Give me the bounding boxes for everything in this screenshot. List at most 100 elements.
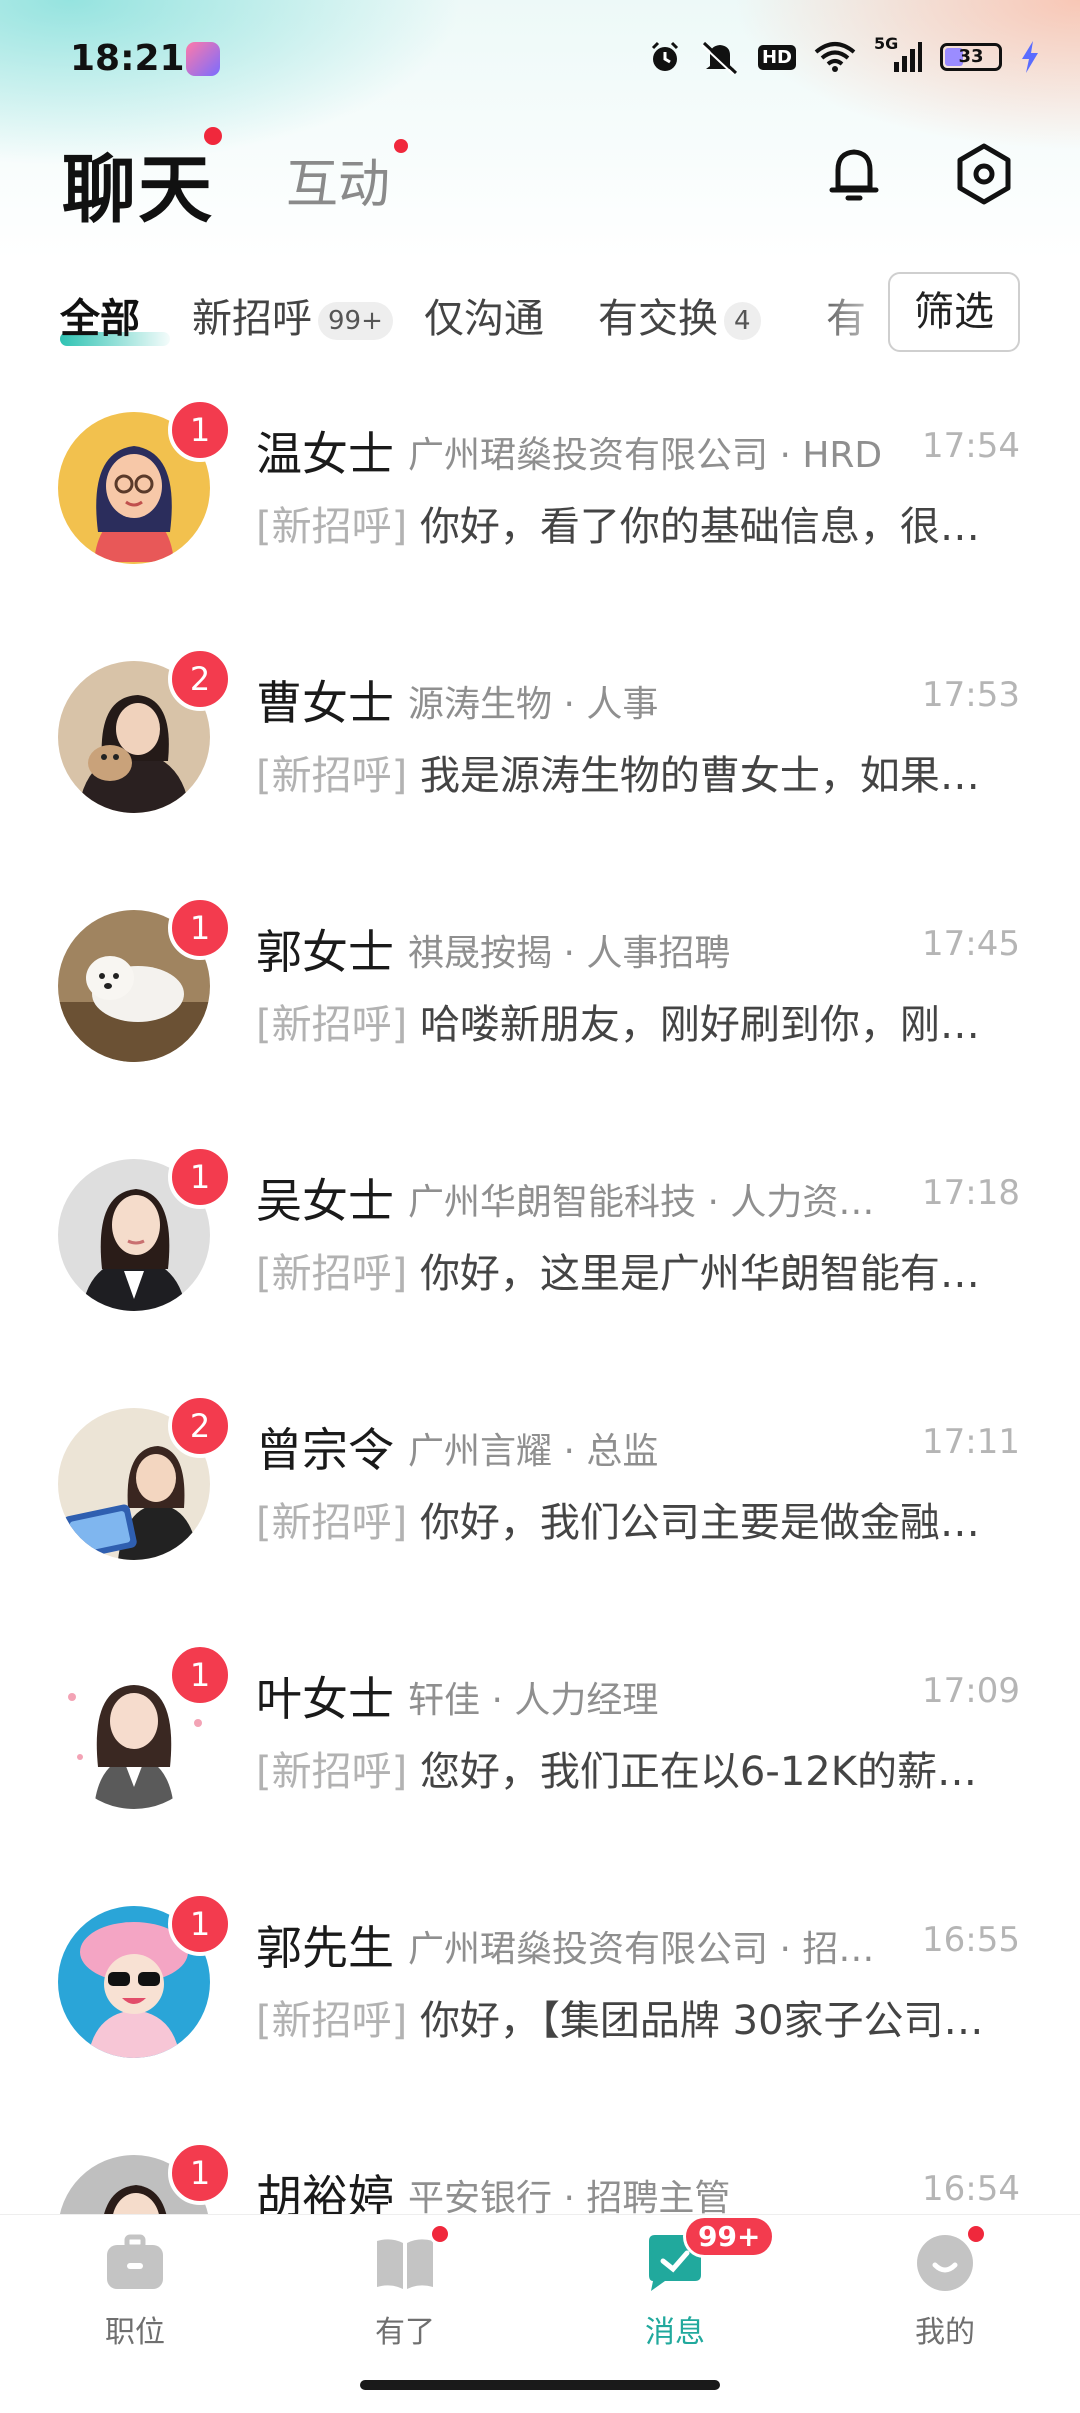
- unread-count-badge: 1: [168, 1892, 232, 1956]
- unread-count-badge: 1: [168, 1145, 232, 1209]
- settings-button[interactable]: [948, 138, 1020, 210]
- message-text: 我是源涛生物的曹女士，如果…: [419, 753, 980, 799]
- wifi-icon: [814, 42, 856, 72]
- message-time: 17:09: [922, 1671, 1020, 1711]
- nav-item-jobs[interactable]: 职位: [65, 2231, 205, 2351]
- unread-count-badge: 1: [168, 1643, 232, 1707]
- status-bar: 18:21 HD 5G 33: [0, 0, 1080, 120]
- tab-interact[interactable]: 互动: [286, 142, 390, 217]
- filter-tab-new-greeting[interactable]: 新招呼 99+: [192, 286, 393, 344]
- message-preview: [新招呼] 你好，这里是广州华朗智能有…: [256, 1241, 992, 1299]
- chat-list-item[interactable]: 2 曹女士 源涛生物 · 人事 17:53 [新招呼] 我是源涛生物的曹女士，如…: [0, 637, 1080, 886]
- nav-item-profile[interactable]: 我的: [875, 2223, 1015, 2351]
- chat-list-item[interactable]: 1 郭女士 祺晟按揭 · 人事招聘 17:45 [新招呼] 哈喽新朋友，刚好刷到…: [0, 886, 1080, 1135]
- message-text: 哈喽新朋友，刚好刷到你，刚…: [419, 1002, 980, 1048]
- message-time: 16:55: [922, 1920, 1020, 1960]
- charging-icon: [1022, 41, 1038, 73]
- interact-unread-dot: [394, 139, 408, 153]
- alarm-icon: [651, 41, 679, 71]
- signal-icon: 5G: [874, 34, 922, 74]
- contact-company: 祺晟按揭 · 人事招聘: [408, 933, 731, 974]
- contact-name: 曹女士: [256, 676, 394, 730]
- hd-icon: HD: [757, 44, 796, 70]
- message-time: 17:53: [922, 675, 1020, 715]
- message-preview: [新招呼] 您好，我们正在以6-12K的薪资…: [256, 1739, 992, 1797]
- message-preview: [新招呼] 你好，【集团品牌 30家子公司…: [256, 1988, 992, 2046]
- nav-label: 有了: [375, 2315, 435, 2350]
- message-text: 你好，这里是广州华朗智能有…: [419, 1251, 980, 1297]
- message-text: 你好，我们公司主要是做金融…: [419, 1500, 980, 1546]
- unread-count-badge: 1: [168, 2141, 232, 2205]
- filter-tab-label: 仅沟通: [424, 296, 544, 342]
- message-tag: [新招呼]: [256, 504, 408, 550]
- filter-tab-label: 有交换: [598, 296, 718, 342]
- chat-list-item[interactable]: 1 吴女士 广州华朗智能科技 · 人力资… 17:18 [新招呼] 你好，这里是…: [0, 1135, 1080, 1384]
- mute-icon: [701, 41, 738, 74]
- nav-unread-dot: [429, 2223, 451, 2245]
- unread-count-badge: 2: [168, 647, 232, 711]
- filter-tab-chat-only[interactable]: 仅沟通: [424, 286, 544, 344]
- tabs-fade-overlay: [810, 270, 900, 360]
- nav-item-youle[interactable]: 有了: [335, 2223, 475, 2351]
- message-time: 17:45: [922, 924, 1020, 964]
- status-icons: HD 5G 33: [648, 34, 1040, 74]
- nav-label: 职位: [105, 2315, 165, 2350]
- nav-unread-dot: [965, 2223, 987, 2245]
- contact-company: 源涛生物 · 人事: [408, 684, 659, 725]
- filter-tab-all[interactable]: 全部: [60, 286, 140, 344]
- chat-list-item[interactable]: 2 曾宗令 广州言耀 · 总监 17:11 [新招呼] 你好，我们公司主要是做金…: [0, 1384, 1080, 1633]
- message-count-badge: 99+: [683, 2215, 776, 2258]
- message-tag: [新招呼]: [256, 1251, 408, 1297]
- settings-hexagon-icon: [957, 143, 1011, 205]
- nav-label: 我的: [915, 2315, 975, 2350]
- nav-label: 消息: [645, 2315, 705, 2350]
- battery-icon: 33: [940, 43, 1002, 71]
- briefcase-icon: [107, 2234, 163, 2289]
- chat-list: 1 温女士 广州珺燊投资有限公司 · HRD 17:54 [新招呼] 你好，看了…: [0, 388, 1080, 2380]
- chat-list-item[interactable]: 1 郭先生 广州珺燊投资有限公司 · 招… 16:55 [新招呼] 你好，【集团…: [0, 1882, 1080, 2131]
- chat-list-item[interactable]: 1 温女士 广州珺燊投资有限公司 · HRD 17:54 [新招呼] 你好，看了…: [0, 388, 1080, 637]
- contact-company: 广州珺燊投资有限公司 · 招…: [408, 1929, 875, 1970]
- message-text: 您好，我们正在以6-12K的薪资…: [419, 1749, 992, 1795]
- app-notification-icon: [186, 42, 220, 76]
- message-preview: [新招呼] 我是源涛生物的曹女士，如果…: [256, 743, 992, 801]
- unread-count-badge: 1: [168, 896, 232, 960]
- home-indicator[interactable]: [360, 2380, 720, 2390]
- contact-name: 吴女士: [256, 1174, 394, 1228]
- message-text: 你好，【集团品牌 30家子公司…: [419, 1998, 984, 2044]
- unread-count-badge: 1: [168, 398, 232, 462]
- contact-company: 广州言耀 · 总监: [408, 1431, 659, 1472]
- contact-name: 温女士: [256, 427, 394, 481]
- contact-company: 广州华朗智能科技 · 人力资…: [408, 1182, 875, 1223]
- book-icon: [377, 2239, 433, 2289]
- battery-level: 33: [958, 46, 984, 67]
- unread-count-badge: 2: [168, 1394, 232, 1458]
- filter-tab-exchanged[interactable]: 有交换 4: [598, 286, 761, 344]
- message-time: 17:18: [922, 1173, 1020, 1213]
- message-preview: [新招呼] 你好，看了你的基础信息，很…: [256, 494, 992, 552]
- contact-company: 轩佳 · 人力经理: [408, 1680, 659, 1721]
- message-tag: [新招呼]: [256, 1002, 408, 1048]
- filter-tab-label: 全部: [60, 296, 140, 342]
- page-title: 聊天: [62, 147, 214, 233]
- notification-button[interactable]: [818, 138, 890, 210]
- message-tag: [新招呼]: [256, 1998, 408, 2044]
- message-time: 17:11: [922, 1422, 1020, 1462]
- contact-name: 郭先生: [256, 1921, 394, 1975]
- message-tag: [新招呼]: [256, 753, 408, 799]
- filter-tab-badge: 99+: [318, 302, 393, 340]
- contact-name: 郭女士: [256, 925, 394, 979]
- contact-name: 曾宗令: [256, 1423, 394, 1477]
- message-time: 17:54: [922, 426, 1020, 466]
- filter-button[interactable]: 筛选: [888, 272, 1020, 352]
- filter-tabs: 全部 新招呼99+ 仅沟通 有交换4 有 筛选: [0, 270, 1080, 360]
- filter-tab-badge: 4: [724, 302, 761, 340]
- message-tag: [新招呼]: [256, 1749, 408, 1795]
- contact-company: 广州珺燊投资有限公司 · HRD: [408, 435, 883, 476]
- title-unread-dot: [204, 127, 222, 145]
- message-preview: [新招呼] 哈喽新朋友，刚好刷到你，刚…: [256, 992, 992, 1050]
- nav-item-messages[interactable]: 99+ 消息: [605, 2215, 776, 2351]
- chat-list-item[interactable]: 1 叶女士 轩佳 · 人力经理 17:09 [新招呼] 您好，我们正在以6-12…: [0, 1633, 1080, 1882]
- message-tag: [新招呼]: [256, 1500, 408, 1546]
- message-text: 你好，看了你的基础信息，很…: [419, 504, 980, 550]
